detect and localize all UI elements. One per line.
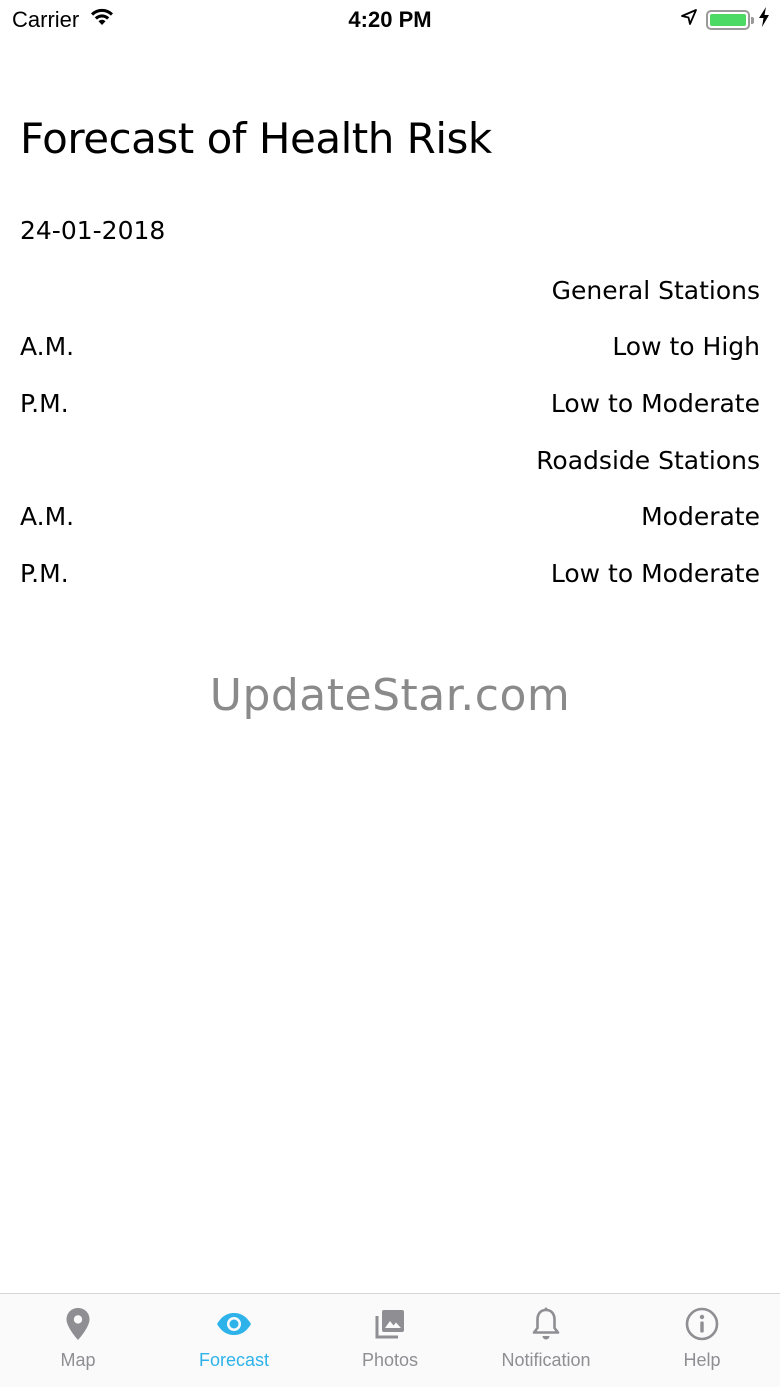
row-value: General Stations [551,275,760,305]
tab-label: Help [683,1350,721,1370]
row-period: A.M. [20,502,75,532]
info-icon [684,1306,720,1342]
forecast-table: General Stations A.M. Low to High P.M. L… [20,262,760,602]
status-time: 4:20 PM [348,7,432,32]
battery-tip [751,16,754,24]
charging-bolt-icon [758,7,770,32]
page-title: Forecast of Health Risk [20,114,492,163]
tab-label: Notification [501,1350,591,1370]
table-row: A.M. Low to High [20,319,760,376]
photos-icon [372,1306,408,1342]
battery-fill [710,13,746,26]
row-period: A.M. [20,332,75,362]
table-row: A.M. Moderate [20,488,760,545]
table-row: Roadside Stations [20,432,760,489]
tab-label: Forecast [198,1350,270,1370]
row-value: Roadside Stations [536,445,760,475]
status-bar: Carrier 4:20 PM [0,0,780,40]
row-period: P.M. [20,388,69,418]
table-row: General Stations [20,262,760,319]
forecast-date: 24-01-2018 [20,216,166,245]
screen: Carrier 4:20 PM Forecast of Health Risk … [0,0,780,1387]
table-row: P.M. Low to Moderate [20,545,760,602]
row-value: Moderate [641,502,760,532]
row-period: P.M. [20,558,69,588]
tab-bar: Map Forecast Photos Notification Help [0,1293,780,1387]
status-right [680,7,770,32]
tab-notification[interactable]: Notification [468,1294,624,1387]
bell-icon [528,1306,564,1342]
tab-help[interactable]: Help [624,1294,780,1387]
location-arrow-icon [680,8,698,31]
tab-map[interactable]: Map [0,1294,156,1387]
tab-label: Map [60,1350,96,1370]
watermark: UpdateStar.com [209,670,571,721]
battery-indicator [706,9,754,30]
map-pin-icon [60,1306,96,1342]
row-value: Low to Moderate [550,388,760,418]
tab-forecast[interactable]: Forecast [156,1294,312,1387]
tab-photos[interactable]: Photos [312,1294,468,1387]
row-value: Low to High [612,332,760,362]
table-row: P.M. Low to Moderate [20,375,760,432]
eye-icon [216,1306,252,1342]
tab-label: Photos [361,1350,419,1370]
row-value: Low to Moderate [550,558,760,588]
